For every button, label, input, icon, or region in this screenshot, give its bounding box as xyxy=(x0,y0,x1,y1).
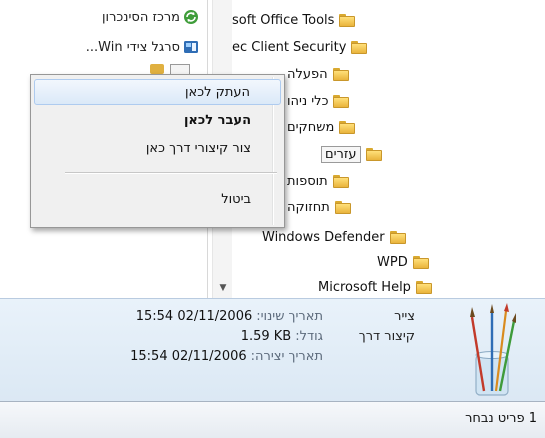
folder-name: כלי ניהו xyxy=(287,93,329,109)
details-created-row: 15:54 02/11/2006 תאריך יצירה: xyxy=(130,346,323,366)
left-pane-item-sync-center[interactable]: מרכז הסינכרון xyxy=(102,6,199,28)
folder-icon xyxy=(339,120,356,134)
folder-name: תחזוקה xyxy=(287,199,330,215)
folder-icon xyxy=(365,147,382,161)
folder-item[interactable]: ec Client Security xyxy=(232,36,368,58)
folder-item[interactable]: משחקים xyxy=(287,116,356,138)
menu-item-create-shortcut[interactable]: צור קיצורי דרך כאן xyxy=(34,135,281,161)
menu-item-move-here[interactable]: העבר לכאן xyxy=(34,107,281,133)
folder-item[interactable]: כלי ניהו xyxy=(287,90,350,112)
folder-icon xyxy=(333,94,350,108)
folder-item[interactable]: Windows Defender xyxy=(262,226,406,248)
paint-app-icon xyxy=(470,303,516,396)
folder-icon xyxy=(415,280,432,294)
size-value: 1.59 KB xyxy=(240,328,292,344)
details-file-type: קיצור דרך xyxy=(358,328,415,344)
left-pane-item-sidebar[interactable]: סרגל צידי Win... xyxy=(86,36,199,58)
folder-name: ec Client Security xyxy=(232,39,347,55)
left-pane-item-label: מרכז הסינכרון xyxy=(101,9,180,25)
status-text: 1 פריט נבחר xyxy=(465,411,537,426)
folder-name: עזרים xyxy=(321,145,361,163)
folder-icon xyxy=(389,230,406,244)
folder-name: Windows Defender xyxy=(262,229,385,245)
partial-item-icon xyxy=(150,64,164,74)
created-value: 15:54 02/11/2006 xyxy=(130,348,247,364)
folder-name: הפעלה xyxy=(287,66,328,82)
details-modified-row: 15:54 02/11/2006 תאריך שינוי: xyxy=(136,306,323,326)
modified-value: 15:54 02/11/2006 xyxy=(135,308,253,324)
menu-item-copy-here[interactable]: העתק לכאן xyxy=(34,79,281,105)
sidebar-app-icon xyxy=(184,41,198,53)
folder-icon xyxy=(332,174,349,188)
menu-item-cancel[interactable]: ביטול xyxy=(34,186,281,212)
modified-label: תאריך שינוי: xyxy=(256,308,323,324)
context-menu: העתק לכאן העבר לכאן צור קיצורי דרך כאן ב… xyxy=(30,74,285,228)
folder-name: משחקים xyxy=(287,119,335,135)
scroll-down-arrow-icon[interactable]: ▼ xyxy=(213,278,233,298)
folder-icon xyxy=(351,40,368,54)
details-pane: צייר קיצור דרך 15:54 02/11/2006 תאריך שי… xyxy=(0,298,545,402)
folder-item[interactable]: WPD xyxy=(377,251,429,273)
menu-separator xyxy=(65,172,277,174)
folder-name: soft Office Tools xyxy=(232,12,335,28)
folder-icon xyxy=(412,255,429,269)
details-file-name: צייר xyxy=(394,308,415,324)
folder-item[interactable]: Microsoft Help xyxy=(318,276,432,298)
folder-icon xyxy=(332,67,349,81)
status-bar: 1 פריט נבחר xyxy=(0,401,545,438)
folder-icon xyxy=(334,200,351,214)
sync-center-icon xyxy=(184,10,198,24)
details-size-row: 1.59 KB גודל: xyxy=(241,326,323,346)
folder-item[interactable]: תחזוקה xyxy=(287,196,351,218)
folder-name: WPD xyxy=(377,254,408,270)
folder-icon xyxy=(339,13,356,27)
size-label: גודל: xyxy=(295,328,323,344)
folder-name: Microsoft Help xyxy=(318,279,411,295)
folder-name: תוספות xyxy=(287,173,328,189)
created-label: תאריך יצירה: xyxy=(250,348,323,364)
folder-item[interactable]: תוספות xyxy=(287,170,349,192)
folder-item[interactable]: soft Office Tools xyxy=(232,9,356,31)
folder-item-selected[interactable]: עזרים xyxy=(321,143,382,165)
folder-item[interactable]: הפעלה xyxy=(287,63,349,85)
left-pane-item-label: סרגל צידי Win... xyxy=(85,39,180,55)
